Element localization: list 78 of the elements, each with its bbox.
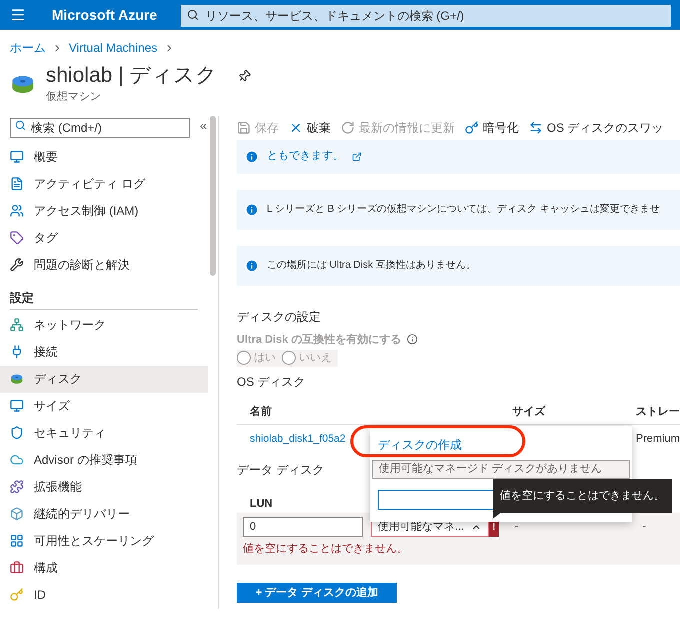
info-icon bbox=[245, 202, 259, 216]
info-icon bbox=[245, 258, 259, 272]
sidebar-item[interactable]: 接続 bbox=[0, 338, 208, 366]
table-cell-text: Premium bbox=[636, 432, 680, 447]
toolbar-button[interactable]: 暗号化 bbox=[465, 118, 519, 136]
swap-icon bbox=[529, 120, 543, 134]
page-title: shiolab | ディスク bbox=[46, 63, 218, 89]
page-subtitle: 仮想マシン bbox=[46, 90, 102, 105]
sidebar-item[interactable]: 構成 bbox=[0, 554, 208, 582]
document-icon bbox=[10, 177, 24, 191]
column-header: サイズ bbox=[512, 404, 547, 420]
puzzle-icon bbox=[10, 480, 24, 494]
column-header: ストレー bbox=[636, 404, 680, 420]
column-header: LUN bbox=[250, 498, 273, 510]
sidebar-item[interactable]: Advisor の推奨事項 bbox=[0, 446, 208, 474]
key-icon bbox=[465, 120, 479, 134]
monitor-icon bbox=[10, 150, 24, 164]
search-icon bbox=[187, 9, 200, 21]
sidebar-item[interactable]: ディスク bbox=[0, 366, 208, 392]
users-icon bbox=[10, 204, 24, 218]
toolbar-button[interactable]: OS ディスクのスワッ bbox=[529, 118, 664, 136]
error-message: 値を空にすることはできません。 bbox=[243, 542, 409, 558]
wrench-icon bbox=[10, 258, 24, 272]
sidebar-item[interactable]: アクティビティ ログ bbox=[0, 170, 208, 198]
menu-icon[interactable] bbox=[10, 7, 26, 23]
toolbar-button[interactable]: 破棄 bbox=[289, 118, 331, 136]
shield-icon bbox=[10, 426, 24, 440]
save-icon bbox=[237, 120, 251, 134]
add-data-disk-button[interactable]: + データ ディスクの追加 bbox=[237, 583, 397, 604]
global-search-field[interactable]: リソース、サービス、ドキュメントの検索 (G+/) bbox=[181, 5, 672, 27]
banner-link[interactable]: ともできます。 bbox=[267, 148, 344, 165]
table-cell-text: - bbox=[642, 520, 646, 535]
disk-name-link[interactable]: shiolab_disk1_f05a2 bbox=[250, 432, 346, 445]
table-cell-text: - bbox=[515, 520, 519, 535]
briefcase-icon bbox=[10, 561, 24, 575]
breadcrumb-link[interactable]: Virtual Machines bbox=[69, 39, 158, 57]
sidebar-item[interactable]: 概要 bbox=[0, 144, 208, 170]
banner-text: この場所には Ultra Disk 互換性はありません。 bbox=[267, 258, 476, 273]
sidebar-item[interactable]: セキュリティ bbox=[0, 420, 208, 446]
section-title: ディスクの設定 bbox=[237, 308, 321, 326]
sidebar-item[interactable]: ネットワーク bbox=[0, 312, 208, 338]
disk-icon bbox=[10, 372, 24, 386]
network-icon bbox=[10, 318, 24, 332]
sidebar-item[interactable]: 問題の診断と解決 bbox=[0, 252, 208, 278]
banner-text: L シリーズと B シリーズの仮想マシンについては、ディスク キャッシュは変更できませ bbox=[267, 202, 660, 217]
section-title: OS ディスク bbox=[237, 374, 306, 392]
tooltip-arrow-icon bbox=[493, 513, 501, 519]
sidebar-item[interactable]: サイズ bbox=[0, 392, 208, 420]
brand-name[interactable]: Microsoft Azure bbox=[52, 4, 158, 26]
grid-icon bbox=[10, 534, 24, 548]
section-heading: 設定 bbox=[8, 290, 35, 306]
cloud-icon bbox=[10, 453, 24, 467]
tag-icon bbox=[10, 231, 24, 245]
search-icon bbox=[15, 120, 26, 130]
collapse-button[interactable]: « bbox=[200, 116, 208, 136]
external-link-icon bbox=[352, 152, 362, 162]
sidebar-item[interactable]: 継続的デリバリー bbox=[0, 500, 208, 528]
lun-input[interactable]: 0 bbox=[243, 517, 363, 538]
breadcrumb-link[interactable]: ホーム bbox=[10, 39, 46, 57]
sidebar-search-field[interactable]: 検索 (Cmd+/) bbox=[10, 118, 190, 138]
cube-icon bbox=[10, 507, 24, 521]
sidebar-item[interactable]: 拡張機能 bbox=[0, 474, 208, 500]
sidebar-item[interactable]: アクセス制御 (IAM) bbox=[0, 198, 208, 224]
plug-icon bbox=[10, 345, 24, 359]
column-header: 名前 bbox=[249, 404, 273, 420]
refresh-icon bbox=[341, 120, 355, 134]
sidebar-item[interactable]: 可用性とスケーリング bbox=[0, 528, 208, 554]
tooltip: 値を空にすることはできません。 bbox=[493, 479, 672, 513]
sidebar-item[interactable]: ID bbox=[0, 582, 208, 608]
section-title: データ ディスク bbox=[237, 462, 324, 480]
scrollbar-thumb[interactable] bbox=[210, 116, 216, 276]
create-disk-link[interactable]: ディスクの作成 bbox=[372, 434, 630, 456]
key-icon bbox=[10, 588, 24, 602]
field-label: Ultra Disk の互換性を有効にする bbox=[237, 332, 402, 348]
info-icon bbox=[407, 334, 418, 346]
sidebar-item[interactable]: タグ bbox=[0, 224, 208, 252]
monitor-icon bbox=[10, 399, 24, 413]
info-icon bbox=[245, 150, 259, 164]
